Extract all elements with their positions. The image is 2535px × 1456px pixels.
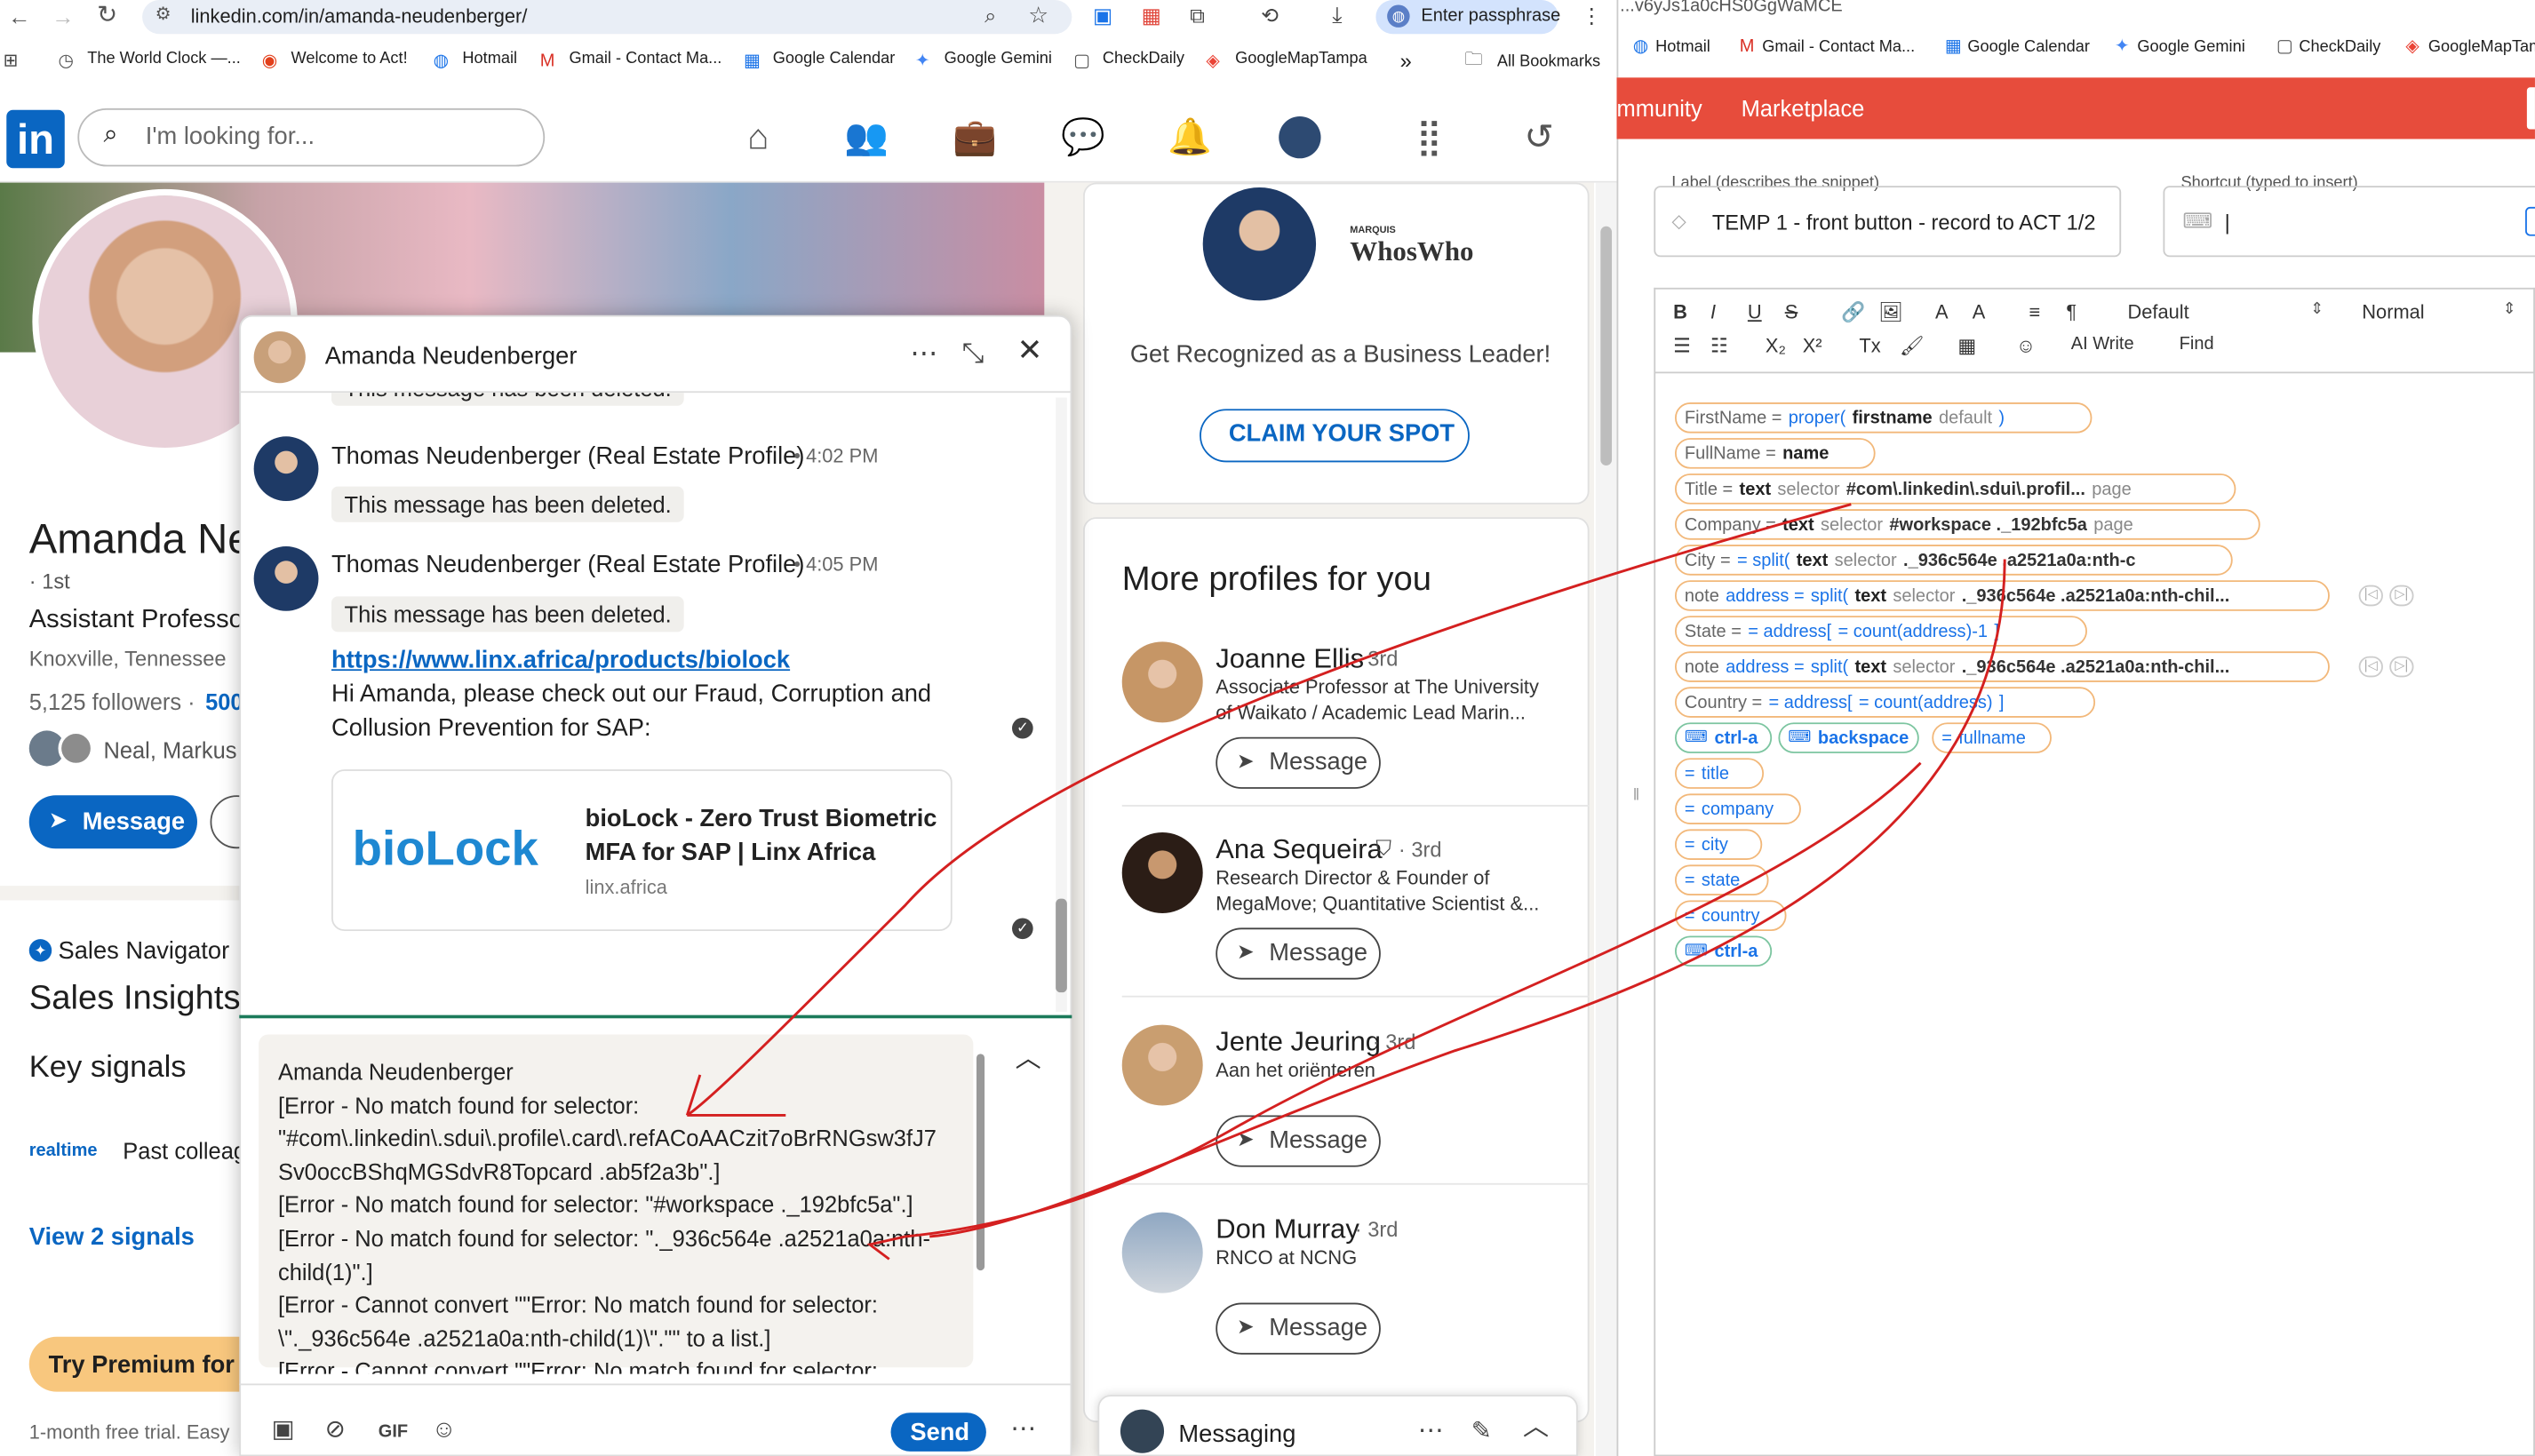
annotation-arrow-company-head <box>866 1235 906 1261</box>
annotation-arrow-title-head <box>685 1074 786 1117</box>
annotation-arrow-city <box>929 559 2006 1238</box>
annotation-arrow-title <box>686 503 1852 1117</box>
annotation-arrows <box>685 503 2006 1261</box>
annotation-arrow-company <box>905 761 1922 1238</box>
